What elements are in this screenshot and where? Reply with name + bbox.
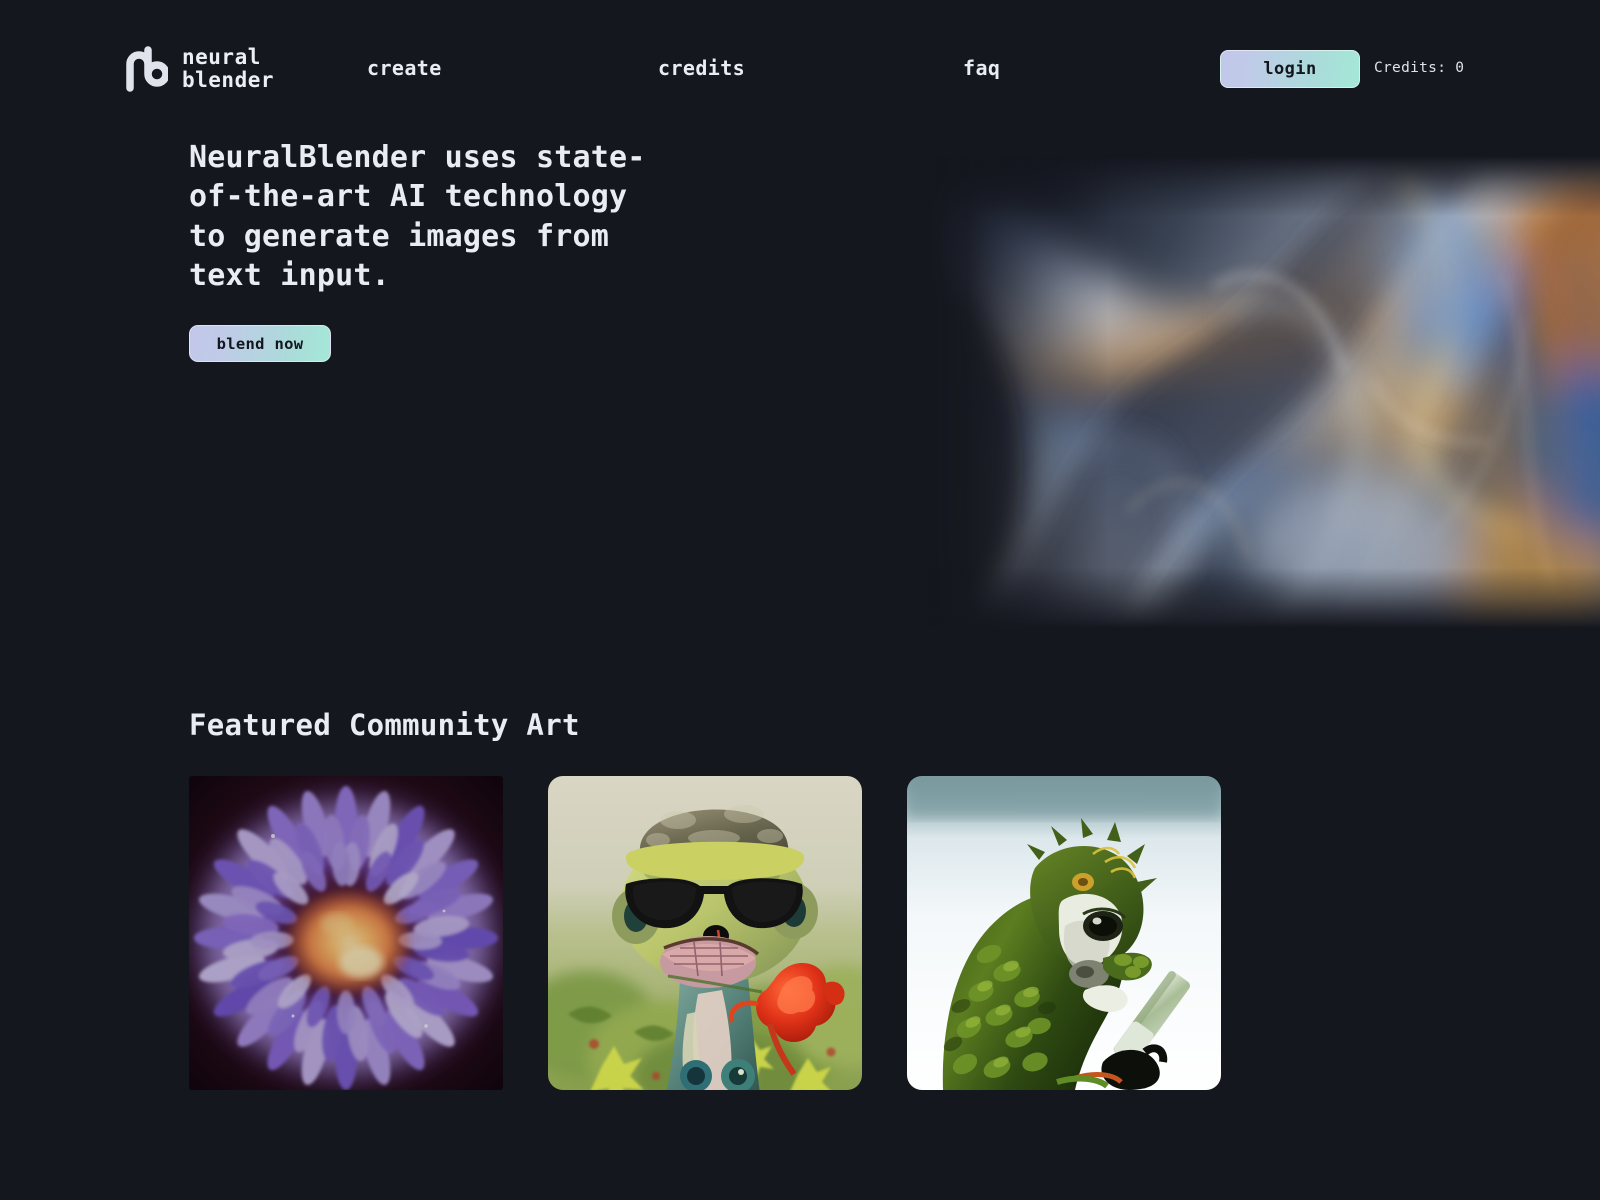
nav-item-faq[interactable]: faq (963, 56, 1000, 80)
hero-headline: NeuralBlender uses state-of-the-art AI t… (189, 140, 646, 293)
sunglasses-creature-artwork (548, 776, 862, 1090)
nav-item-create[interactable]: create (367, 56, 442, 80)
credits-counter: Credits: 0 (1374, 60, 1465, 76)
hero-copy: NeuralBlender uses state-of-the-art AI t… (189, 138, 659, 363)
brand-logo[interactable]: neural blender (126, 44, 274, 94)
nav-item-credits[interactable]: credits (658, 56, 745, 80)
iridescent-waves-graphic (928, 156, 1600, 628)
site-header: neural blender create credits faq login … (0, 0, 1600, 138)
blend-now-button[interactable]: blend now (189, 325, 331, 363)
featured-gallery (189, 776, 1411, 1090)
anemone-artwork (189, 776, 503, 1090)
art-card[interactable] (907, 776, 1221, 1090)
art-card[interactable] (548, 776, 862, 1090)
featured-section-title: Featured Community Art (189, 708, 580, 742)
brand-name: neural blender (182, 45, 275, 92)
mossy-monkey-artwork (907, 776, 1221, 1090)
nb-monogram-icon (126, 46, 168, 92)
login-button[interactable]: login (1220, 50, 1360, 88)
art-card[interactable] (189, 776, 503, 1090)
hero-artwork (928, 156, 1600, 628)
